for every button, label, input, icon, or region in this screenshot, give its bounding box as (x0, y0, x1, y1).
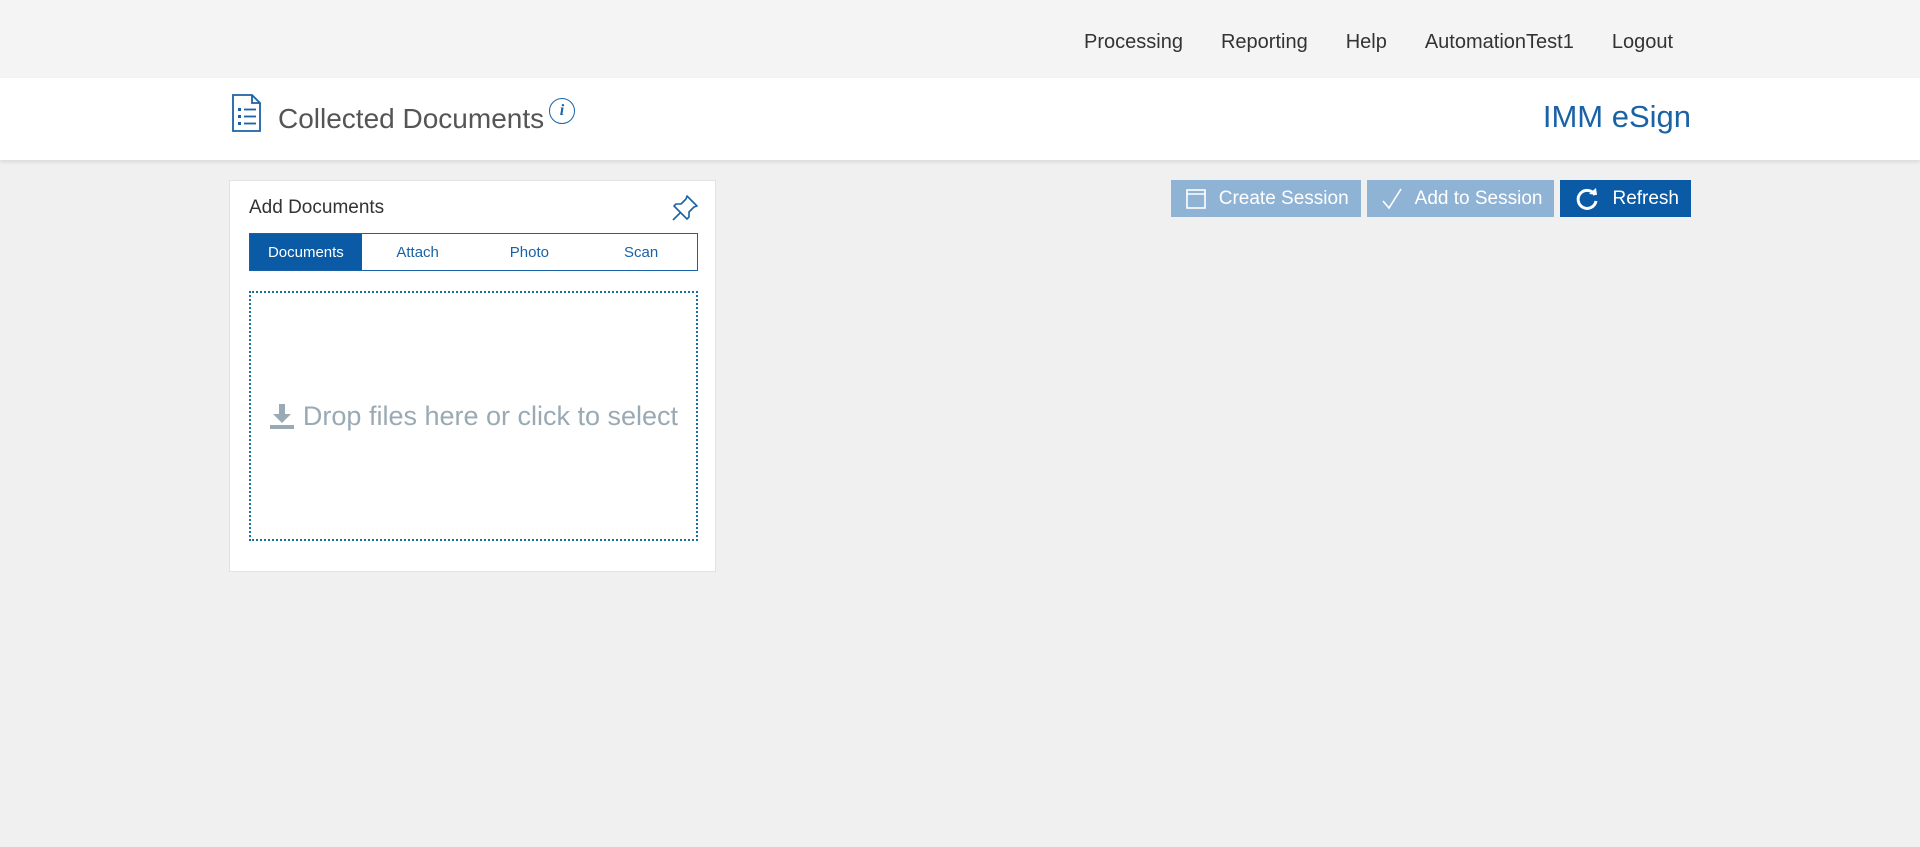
session-actions: Create Session Add to Session Refresh (1170, 180, 1691, 217)
top-navigation: Processing Reporting Help AutomationTest… (0, 0, 1920, 78)
nav-link-user[interactable]: AutomationTest1 (1425, 31, 1574, 54)
download-icon (269, 404, 294, 429)
nav-link-processing[interactable]: Processing (1084, 31, 1183, 54)
add-documents-panel: Add Documents Documents Attach Photo Sca… (229, 180, 716, 572)
refresh-label: Refresh (1612, 187, 1679, 209)
window-icon (1185, 188, 1206, 209)
info-icon[interactable]: i (549, 98, 575, 124)
create-session-button[interactable]: Create Session (1170, 180, 1361, 217)
check-icon (1382, 188, 1402, 209)
document-list-icon (232, 94, 261, 132)
top-nav-links: Processing Reporting Help AutomationTest… (1084, 0, 1673, 84)
tab-attach[interactable]: Attach (361, 234, 474, 270)
add-to-session-label: Add to Session (1414, 187, 1543, 209)
tab-documents[interactable]: Documents (250, 234, 362, 270)
dropzone-label: Drop files here or click to select (302, 400, 679, 431)
create-session-label: Create Session (1218, 187, 1349, 209)
refresh-icon (1577, 187, 1598, 210)
file-dropzone[interactable]: Drop files here or click to select (249, 291, 698, 541)
pin-icon[interactable] (670, 193, 700, 223)
tab-photo[interactable]: Photo (473, 234, 586, 270)
page-title: Collected Documents (278, 103, 545, 134)
refresh-button[interactable]: Refresh (1560, 180, 1691, 217)
nav-link-help[interactable]: Help (1346, 31, 1387, 54)
brand-logo-text: IMM eSign (1542, 99, 1691, 134)
page-header: Collected Documents i IMM eSign (0, 78, 1920, 160)
nav-link-logout[interactable]: Logout (1612, 31, 1673, 54)
tab-scan[interactable]: Scan (585, 234, 697, 270)
panel-title: Add Documents (249, 197, 385, 218)
add-to-session-button[interactable]: Add to Session (1366, 180, 1555, 217)
nav-link-reporting[interactable]: Reporting (1221, 31, 1308, 54)
document-source-tabs: Documents Attach Photo Scan (249, 233, 698, 271)
